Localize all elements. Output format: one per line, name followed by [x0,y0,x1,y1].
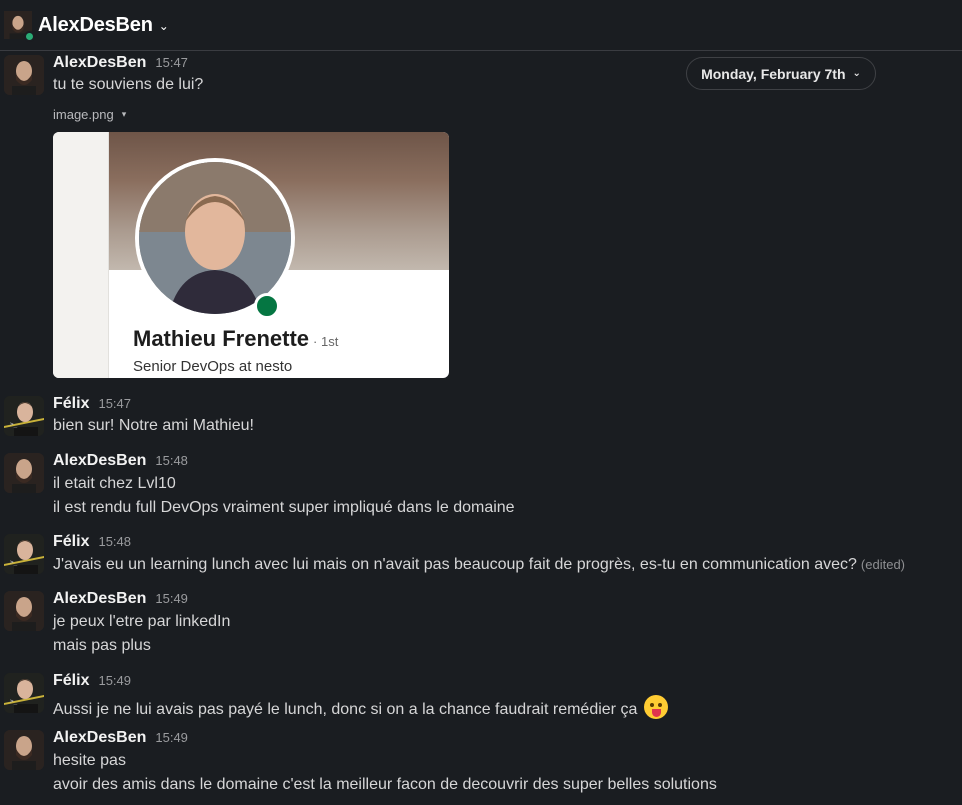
message: AlexDesBen 15:49 je peux l'etre par link… [0,590,962,661]
edited-indicator: (edited) [860,557,905,572]
svg-text:>_: >_ [10,559,18,566]
message-text: avoir des amis dans le domaine c'est la … [53,776,717,793]
message-text: hesite pas [53,752,126,769]
avatar[interactable]: >_ [4,396,44,436]
avatar[interactable] [4,730,44,770]
felix-avatar-image: >_ [4,673,44,713]
message-text: bien sur! Notre ami Mathieu! [53,417,254,434]
profile-name: Mathieu Frenette [133,326,310,351]
message-text: il etait chez Lvl10 [53,475,176,492]
alex-avatar-image [4,730,44,770]
alex-avatar-image [4,55,44,95]
image-attachment[interactable]: Mathieu Frenette · 1st Senior DevOps at n… [53,132,449,378]
message-text: tu te souviens de lui? [53,76,204,93]
attachment-filename[interactable]: image.png ▾ [53,107,126,122]
author-name[interactable]: AlexDesBen [53,54,146,72]
profile-title: Senior DevOps at nesto [133,358,293,375]
author-name[interactable]: Félix [53,533,89,551]
timestamp[interactable]: 15:48 [98,534,131,549]
svg-text:>_: >_ [10,698,18,705]
message: >_ Félix 15:48 J'avais eu un learning lu… [0,533,962,580]
image-left-panel [53,132,109,378]
message-text: je peux l'etre par linkedIn [53,613,231,630]
avatar[interactable] [4,591,44,631]
svg-text:>_: >_ [10,421,18,428]
profile-degree: · 1st [313,334,339,349]
channel-header: AlexDesBen ⌄ [0,0,962,51]
chevron-down-icon[interactable]: ⌄ [159,19,169,33]
avatar[interactable]: >_ [4,534,44,574]
avatar[interactable]: >_ [4,673,44,713]
felix-avatar-image: >_ [4,396,44,436]
author-name[interactable]: Félix [53,672,89,690]
felix-avatar-image: >_ [4,534,44,574]
caret-down-icon[interactable]: ▾ [122,109,127,120]
message-text-row: Aussi je ne lui avais pas payé le lunch,… [53,695,668,719]
message: AlexDesBen 15:47 tu te souviens de lui? … [0,54,962,385]
message: >_ Félix 15:49 Aussi je ne lui avais pas… [0,672,962,719]
avatar[interactable] [4,55,44,95]
author-name[interactable]: AlexDesBen [53,452,146,470]
message-text: Aussi je ne lui avais pas payé le lunch,… [53,701,638,718]
timestamp[interactable]: 15:47 [155,55,188,70]
profile-name-row: Mathieu Frenette · 1st [133,326,338,352]
channel-title[interactable]: AlexDesBen [38,14,153,37]
header-avatar[interactable] [4,11,35,42]
timestamp[interactable]: 15:49 [98,673,131,688]
author-name[interactable]: AlexDesBen [53,590,146,608]
message-text-row: J'avais eu un learning lunch avec lui ma… [53,556,905,574]
timestamp[interactable]: 15:49 [155,730,188,745]
timestamp[interactable]: 15:49 [155,591,188,606]
stuck-out-tongue-emoji-icon[interactable] [643,695,668,719]
timestamp[interactable]: 15:47 [98,396,131,411]
message: AlexDesBen 15:49 hesite pas avoir des am… [0,729,962,805]
message: >_ Félix 15:47 bien sur! Notre ami Mathi… [0,395,962,440]
online-status-icon [254,293,280,319]
profile-photo-image [139,162,291,314]
avatar[interactable] [4,453,44,493]
timestamp[interactable]: 15:48 [155,453,188,468]
presence-active-icon [24,31,35,42]
attachment-filename-label: image.png [53,107,114,122]
message-text: mais pas plus [53,637,151,654]
alex-avatar-image [4,453,44,493]
message-text: il est rendu full DevOps vraiment super … [53,499,515,516]
alex-avatar-image [4,591,44,631]
author-name[interactable]: AlexDesBen [53,729,146,747]
message-text: J'avais eu un learning lunch avec lui ma… [53,556,857,573]
author-name[interactable]: Félix [53,395,89,413]
message: AlexDesBen 15:48 il etait chez Lvl10 il … [0,452,962,523]
